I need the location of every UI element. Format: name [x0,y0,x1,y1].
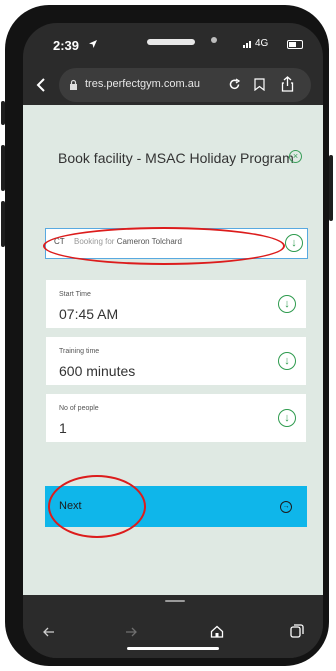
url-text: tres.perfectgym.com.au [85,78,200,90]
battery-icon [287,40,303,49]
nav-back-icon[interactable] [43,627,55,637]
tabs-icon[interactable] [290,624,304,638]
field-value: 1 [59,420,67,436]
download-circle-icon[interactable]: ↓ [285,234,303,252]
back-icon[interactable] [36,78,46,92]
home-indicator [127,647,219,650]
training-time-field[interactable]: Training time 600 minutes ↓ [46,337,306,385]
screen: 2:39 4G tres.perfectgym.com.au Book faci… [23,23,323,658]
lock-icon [70,79,77,90]
volume-down-button [1,201,5,247]
booking-page: Book facility - MSAC Holiday Program × C… [23,105,323,595]
home-icon[interactable] [210,625,224,638]
page-title: Book facility - MSAC Holiday Program [58,150,294,166]
field-value: 07:45 AM [59,306,119,322]
address-bar[interactable]: tres.perfectgym.com.au [59,68,311,102]
people-count-field[interactable]: No of people 1 ↓ [46,394,306,442]
bookmark-icon[interactable] [254,78,265,91]
start-time-field[interactable]: Start Time 07:45 AM ↓ [46,280,306,328]
annotation-ellipse-next [48,475,146,538]
download-circle-icon[interactable]: ↓ [278,352,296,370]
status-time: 2:39 [53,38,80,53]
annotation-ellipse-booking [43,227,285,265]
signal-icon [243,41,251,48]
nav-forward-icon[interactable] [125,627,137,637]
location-arrow-icon [89,40,97,48]
mute-switch [1,101,5,125]
download-circle-icon[interactable]: ↓ [278,409,296,427]
reload-icon[interactable] [228,78,241,91]
notch-speaker [147,39,195,45]
download-circle-icon[interactable]: ↓ [278,295,296,313]
sheet-handle [165,600,185,602]
share-icon[interactable] [281,76,294,92]
field-label: Training time [59,348,100,355]
browser-toolbar: tres.perfectgym.com.au [23,65,323,105]
close-circle-icon[interactable]: × [289,150,302,163]
field-label: Start Time [59,291,91,298]
field-value: 600 minutes [59,363,136,379]
arrow-circle-right-icon: → [280,501,292,513]
power-button [329,155,333,221]
browser-bottom-bar [23,595,323,658]
field-label: No of people [59,405,99,412]
volume-up-button [1,145,5,191]
status-bar: 2:39 4G [23,23,323,65]
network-label: 4G [255,38,269,49]
notch-camera [211,37,217,43]
phone-frame: 2:39 4G tres.perfectgym.com.au Book faci… [1,5,333,666]
